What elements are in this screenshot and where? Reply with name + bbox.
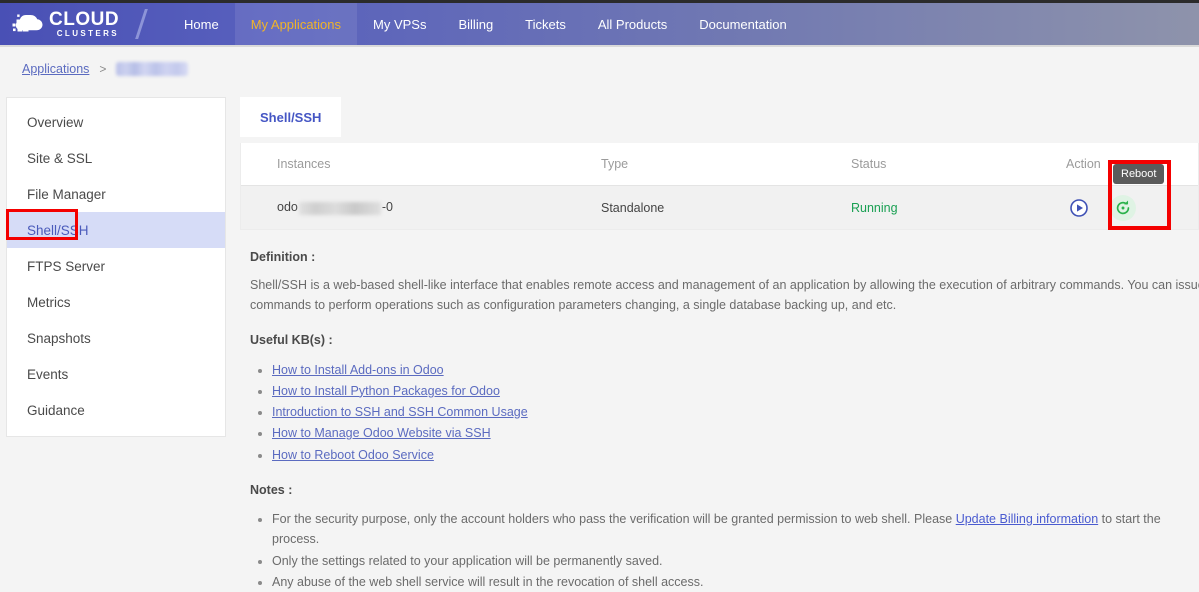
definition-body: Shell/SSH is a web-based shell-like inte… — [250, 278, 1199, 312]
main-content: Shell/SSH Instances Type Status Action o… — [240, 97, 1199, 589]
column-header-instances: Instances — [277, 157, 331, 171]
kb-link-install-python-packages[interactable]: How to Install Python Packages for Odoo — [272, 384, 500, 398]
cloud-pixel-icon — [12, 11, 46, 37]
nav-item-my-applications[interactable]: My Applications — [234, 3, 358, 45]
table-header-row: Instances Type Status Action — [241, 143, 1198, 185]
nav-item-tickets[interactable]: Tickets — [509, 3, 582, 45]
nav-item-documentation[interactable]: Documentation — [683, 3, 802, 45]
cell-instance-type: Standalone — [601, 200, 665, 215]
reboot-tooltip: Reboot — [1113, 164, 1165, 184]
sidebar-item-overview[interactable]: Overview — [7, 104, 225, 140]
note-3-text: Any abuse of the web shell service will … — [272, 574, 704, 589]
sidebar-item-snapshots[interactable]: Snapshots — [7, 320, 225, 356]
status-badge: Running — [851, 200, 898, 215]
list-item: Only the settings related to your applic… — [272, 551, 1199, 571]
table-row: odo -0 Standalone Running — [241, 185, 1198, 229]
breadcrumb-applications-link[interactable]: Applications — [22, 62, 89, 76]
instance-name-prefix: odo — [277, 200, 298, 215]
kb-link-list: How to Install Add-ons in Odoo How to In… — [250, 360, 1199, 465]
list-item: Any abuse of the web shell service will … — [272, 572, 1199, 592]
brand-logo[interactable]: CLOUD CLUSTERS — [0, 3, 128, 45]
note-2-text: Only the settings related to your applic… — [272, 553, 663, 568]
column-header-type: Type — [601, 157, 629, 171]
launch-icon[interactable] — [1066, 195, 1092, 221]
breadcrumb: Applications > — [0, 47, 1199, 91]
nav-item-home[interactable]: Home — [168, 3, 235, 45]
sidebar-item-shell-ssh[interactable]: Shell/SSH — [7, 212, 225, 248]
reboot-icon[interactable] — [1110, 194, 1136, 221]
instances-table: Instances Type Status Action odo -0 Stand… — [240, 143, 1199, 230]
nav-item-billing[interactable]: Billing — [442, 3, 509, 45]
kb-link-install-addons[interactable]: How to Install Add-ons in Odoo — [272, 363, 444, 377]
list-item: How to Install Add-ons in Odoo — [272, 360, 1199, 380]
column-header-status: Status — [851, 157, 887, 171]
cell-actions — [1066, 194, 1186, 221]
kb-link-reboot-odoo-service[interactable]: How to Reboot Odoo Service — [272, 448, 434, 462]
kb-title: Useful KB(s) : — [250, 333, 333, 348]
sidebar-item-events[interactable]: Events — [7, 356, 225, 392]
breadcrumb-separator: > — [99, 62, 107, 76]
brand-wordmark: CLOUD CLUSTERS — [49, 10, 119, 38]
nav-item-my-vpss[interactable]: My VPSs — [357, 3, 442, 45]
brand-primary: CLOUD — [49, 9, 120, 30]
kb-link-manage-odoo-website[interactable]: How to Manage Odoo Website via SSH — [272, 426, 491, 440]
nav-item-all-products[interactable]: All Products — [582, 3, 683, 45]
update-billing-information-link[interactable]: Update Billing information — [956, 512, 1098, 526]
sidebar-item-ftps-server[interactable]: FTPS Server — [7, 248, 225, 284]
sidebar-item-guidance[interactable]: Guidance — [7, 392, 225, 428]
kb-link-intro-ssh[interactable]: Introduction to SSH and SSH Common Usage — [272, 405, 528, 419]
cell-instance-name: odo -0 — [241, 200, 601, 215]
list-item: Introduction to SSH and SSH Common Usage — [272, 402, 1199, 422]
tabstrip: Shell/SSH — [240, 97, 1199, 137]
sidebar-nav: Overview Site & SSL File Manager Shell/S… — [6, 97, 226, 437]
notes-title: Notes : — [250, 482, 293, 497]
list-item: For the security purpose, only the accou… — [272, 509, 1199, 550]
list-item: How to Reboot Odoo Service — [272, 445, 1199, 465]
brand-secondary: CLUSTERS — [56, 29, 120, 38]
top-navbar: CLOUD CLUSTERS Home My Applications My V… — [0, 0, 1199, 45]
list-item: How to Manage Odoo Website via SSH — [272, 423, 1199, 443]
sidebar-item-file-manager[interactable]: File Manager — [7, 176, 225, 212]
tab-shell-ssh[interactable]: Shell/SSH — [240, 97, 342, 137]
note-1-text-before: For the security purpose, only the accou… — [272, 512, 956, 527]
instance-name-suffix: -0 — [381, 200, 393, 215]
nav-slash-divider — [128, 3, 154, 45]
sidebar-item-metrics[interactable]: Metrics — [7, 284, 225, 320]
nav-links: Home My Applications My VPSs Billing Tic… — [168, 3, 803, 45]
notes-list: For the security purpose, only the accou… — [250, 509, 1199, 592]
list-item: How to Install Python Packages for Odoo — [272, 381, 1199, 401]
sidebar-item-site-ssl[interactable]: Site & SSL — [7, 140, 225, 176]
redacted-instance-name — [298, 201, 381, 215]
article-content: Definition : Shell/SSH is a web-based sh… — [240, 248, 1199, 592]
breadcrumb-current-app[interactable] — [116, 62, 189, 77]
redacted-app-name — [116, 62, 189, 77]
definition-title: Definition : — [250, 250, 316, 264]
